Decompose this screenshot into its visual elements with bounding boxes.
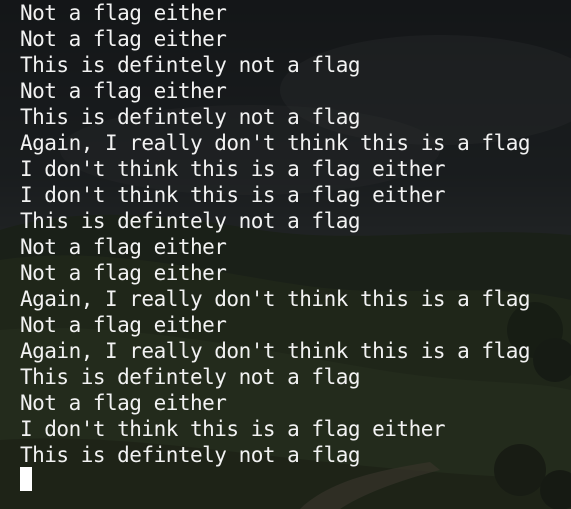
terminal-line: Not a flag either xyxy=(20,235,227,259)
terminal-line: This is defintely not a flag xyxy=(20,53,361,77)
terminal-line: This is defintely not a flag xyxy=(20,365,361,389)
terminal-line: Again, I really don't think this is a fl… xyxy=(20,339,531,363)
terminal-line: Not a flag either xyxy=(20,313,227,337)
terminal-line: I don't think this is a flag either xyxy=(20,157,446,181)
terminal-line: Again, I really don't think this is a fl… xyxy=(20,287,531,311)
terminal-line: Again, I really don't think this is a fl… xyxy=(20,131,531,155)
terminal-cursor xyxy=(20,467,32,491)
terminal-line: This is defintely not a flag xyxy=(20,105,361,129)
terminal-output: Not a flag either Not a flag either This i… xyxy=(20,0,531,468)
terminal-line: Not a flag either xyxy=(20,261,227,285)
terminal-line: I don't think this is a flag either xyxy=(20,183,446,207)
terminal-line: This is defintely not a flag xyxy=(20,443,361,467)
terminal-line: Not a flag either xyxy=(20,79,227,103)
terminal-line: Not a flag either xyxy=(20,1,227,25)
terminal-line: This is defintely not a flag xyxy=(20,209,361,233)
terminal-window[interactable]: Not a flag either Not a flag either This i… xyxy=(0,0,571,509)
terminal-line: Not a flag either xyxy=(20,391,227,415)
desktop-screen: Not a flag either Not a flag either This i… xyxy=(0,0,571,509)
terminal-line: I don't think this is a flag either xyxy=(20,417,446,441)
terminal-line: Not a flag either xyxy=(20,27,227,51)
